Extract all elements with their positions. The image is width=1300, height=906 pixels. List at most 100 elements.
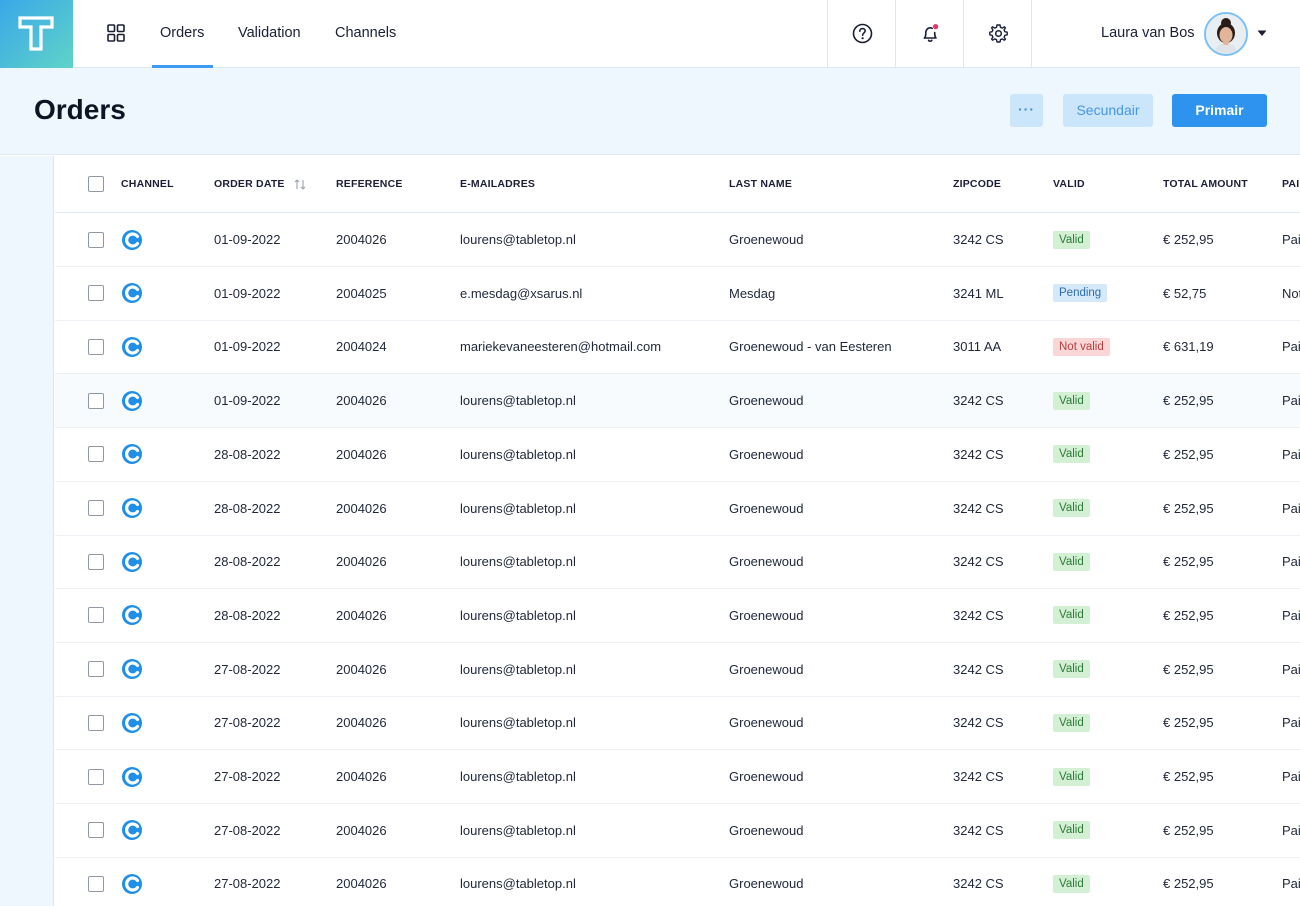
channel-logo-icon bbox=[122, 390, 142, 411]
channel-cell bbox=[121, 589, 143, 642]
last-name-cell: Groenewoud bbox=[729, 232, 804, 247]
total-amount-cell: € 252,95 bbox=[1163, 446, 1214, 462]
apps-grid-icon[interactable] bbox=[106, 23, 126, 43]
sort-icon[interactable] bbox=[294, 178, 306, 190]
row-checkbox[interactable] bbox=[88, 500, 104, 516]
tab-channels[interactable]: Channels bbox=[335, 0, 396, 68]
row-checkbox[interactable] bbox=[88, 875, 104, 892]
column-header-valid[interactable]: Valid bbox=[1053, 156, 1085, 212]
total-amount-cell: € 252,95 bbox=[1163, 769, 1214, 784]
row-checkbox[interactable] bbox=[88, 661, 104, 678]
channel-logo-icon bbox=[122, 444, 142, 465]
settings-gear-icon bbox=[989, 24, 1008, 43]
row-checkbox[interactable] bbox=[88, 822, 104, 839]
table-row[interactable]: 28-08-2022 2004026 lourens@tabletop.nl Groe… bbox=[55, 535, 1300, 590]
chevron-down-icon[interactable] bbox=[1257, 30, 1267, 37]
row-checkbox[interactable] bbox=[88, 285, 104, 302]
table-row[interactable]: 01-09-2022 2004026 lourens@tabletop.nl Groe… bbox=[55, 374, 1300, 429]
reference-cell: 2004026 bbox=[336, 554, 387, 570]
table-row[interactable]: 01-09-2022 2004025 e.mesdag@xsarus.nl Mesda… bbox=[55, 267, 1300, 321]
notifications-button[interactable] bbox=[895, 0, 963, 68]
row-checkbox-cell bbox=[88, 267, 104, 320]
status-badge: Valid bbox=[1053, 874, 1090, 893]
channel-cell bbox=[121, 374, 143, 427]
row-checkbox[interactable] bbox=[88, 714, 104, 731]
column-header-order-date[interactable]: Order date bbox=[214, 156, 306, 212]
settings-button[interactable] bbox=[963, 0, 1031, 68]
email-cell: lourens@tabletop.nl bbox=[460, 446, 576, 462]
row-checkbox-cell bbox=[88, 482, 104, 535]
channel-logo-icon bbox=[122, 605, 142, 626]
paid-cell: Pai bbox=[1282, 661, 1300, 677]
email-cell: lourens@tabletop.nl bbox=[460, 500, 576, 516]
app-logo[interactable] bbox=[0, 0, 73, 68]
table-row[interactable]: 27-08-2022 2004026 lourens@tabletop.nl Groe… bbox=[55, 857, 1300, 906]
logo-t-icon bbox=[18, 16, 54, 51]
column-header-total-amount[interactable]: Total amount bbox=[1163, 156, 1248, 212]
secondary-button[interactable]: Secundair bbox=[1063, 94, 1153, 127]
row-checkbox-cell bbox=[88, 320, 104, 373]
last-name-cell: Groenewoud bbox=[729, 393, 804, 409]
last-name-cell: Mesdag bbox=[729, 285, 776, 301]
table-row[interactable]: 27-08-2022 2004026 lourens@tabletop.nl Groe… bbox=[55, 750, 1300, 804]
zipcode-cell: 3242 CS bbox=[953, 500, 1004, 516]
paid-cell: Pai bbox=[1282, 607, 1300, 623]
table-row[interactable]: 28-08-2022 2004026 lourens@tabletop.nl Groe… bbox=[55, 482, 1300, 536]
email-cell: mariekevaneesteren@hotmail.com bbox=[460, 339, 662, 355]
order-date-cell: 27-08-2022 bbox=[214, 661, 281, 677]
paid-cell: Pai bbox=[1282, 822, 1300, 838]
column-header-channel[interactable]: Channel bbox=[121, 156, 174, 212]
email-cell: lourens@tabletop.nl bbox=[460, 715, 576, 731]
help-button[interactable] bbox=[827, 0, 895, 68]
table-row[interactable]: 27-08-2022 2004026 lourens@tabletop.nl Groe… bbox=[55, 804, 1300, 858]
user-name[interactable]: Laura van Bos bbox=[1101, 0, 1195, 67]
valid-cell: Valid bbox=[1053, 482, 1090, 535]
notification-dot bbox=[933, 24, 939, 30]
select-all-checkbox[interactable] bbox=[88, 176, 104, 192]
table-row[interactable]: 01-09-2022 2004024 mariekevaneesteren@hotm… bbox=[55, 320, 1300, 375]
column-header-email[interactable]: E-mailadres bbox=[460, 156, 535, 212]
table-row[interactable]: 28-08-2022 2004026 lourens@tabletop.nl Groe… bbox=[55, 428, 1300, 482]
reference-cell: 2004026 bbox=[336, 500, 387, 516]
order-date-cell: 27-08-2022 bbox=[214, 876, 281, 892]
channel-logo-icon bbox=[122, 283, 142, 304]
more-options-button[interactable]: ··· bbox=[1010, 94, 1043, 127]
row-checkbox[interactable] bbox=[88, 446, 104, 463]
channel-logo-icon bbox=[122, 820, 142, 841]
order-date-cell: 27-08-2022 bbox=[214, 822, 281, 838]
row-checkbox[interactable] bbox=[88, 553, 104, 570]
email-cell: lourens@tabletop.nl bbox=[460, 607, 576, 623]
zipcode-cell: 3242 CS bbox=[953, 769, 1004, 784]
paid-cell: Not bbox=[1282, 285, 1300, 301]
paid-cell: Pai bbox=[1282, 446, 1300, 462]
row-checkbox[interactable] bbox=[88, 231, 104, 248]
tab-validation[interactable]: Validation bbox=[238, 0, 301, 68]
paid-cell: Pai bbox=[1282, 339, 1300, 355]
primary-button[interactable]: Primair bbox=[1172, 94, 1267, 127]
table-row[interactable]: 27-08-2022 2004026 lourens@tabletop.nl Groe… bbox=[55, 643, 1300, 697]
last-name-cell: Groenewoud bbox=[729, 769, 804, 784]
status-badge: Valid bbox=[1053, 606, 1090, 625]
paid-cell: Pai bbox=[1282, 769, 1300, 784]
row-checkbox[interactable] bbox=[88, 768, 104, 785]
column-header-last-name[interactable]: Last name bbox=[729, 156, 792, 212]
table-row[interactable]: 01-09-2022 2004026 lourens@tabletop.nl Groe… bbox=[55, 213, 1300, 267]
reference-cell: 2004025 bbox=[336, 285, 387, 301]
row-checkbox[interactable] bbox=[88, 392, 104, 409]
column-header-reference[interactable]: Reference bbox=[336, 156, 403, 212]
tab-orders[interactable]: Orders bbox=[151, 0, 214, 68]
order-date-cell: 27-08-2022 bbox=[214, 769, 281, 784]
column-header-zipcode[interactable]: Zipcode bbox=[953, 156, 1001, 212]
table-row[interactable]: 28-08-2022 2004026 lourens@tabletop.nl Groe… bbox=[55, 589, 1300, 643]
last-name-cell: Groenewoud bbox=[729, 554, 804, 570]
avatar[interactable] bbox=[1204, 12, 1248, 56]
row-checkbox[interactable] bbox=[88, 607, 104, 624]
row-checkbox[interactable] bbox=[88, 338, 104, 355]
total-amount-cell: € 252,95 bbox=[1163, 500, 1214, 516]
column-header-paid[interactable]: Pai bbox=[1282, 156, 1299, 212]
email-cell: e.mesdag@xsarus.nl bbox=[460, 285, 583, 301]
row-checkbox-cell bbox=[88, 804, 104, 857]
table-row[interactable]: 27-08-2022 2004026 lourens@tabletop.nl Groe… bbox=[55, 696, 1300, 751]
order-date-cell: 01-09-2022 bbox=[214, 339, 281, 355]
zipcode-cell: 3242 CS bbox=[953, 554, 1004, 570]
